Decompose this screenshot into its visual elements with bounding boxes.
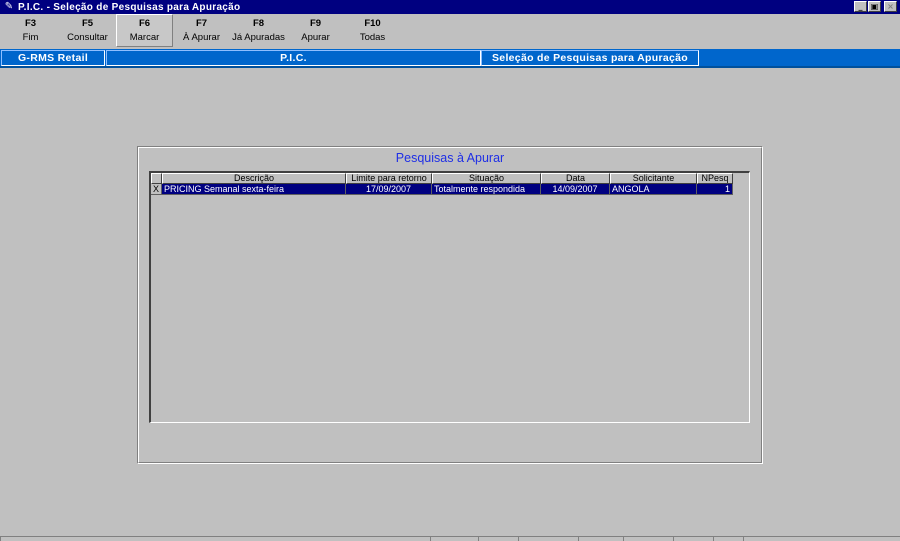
status-segment bbox=[478, 536, 518, 541]
status-segment bbox=[430, 536, 478, 541]
grid-header: Descrição Limite para retorno Situação D… bbox=[151, 173, 733, 184]
limite-cell[interactable]: 17/09/2007 bbox=[346, 184, 432, 195]
column-header-descricao[interactable]: Descrição bbox=[162, 173, 346, 184]
row-mark-cell[interactable]: X bbox=[151, 184, 162, 195]
pesquisas-panel: Pesquisas à Apurar Descrição Limite para… bbox=[137, 146, 763, 464]
module-name: P.I.C. bbox=[106, 50, 481, 66]
action-label: À Apurar bbox=[183, 31, 220, 43]
key-label: F10 bbox=[364, 17, 381, 29]
pesquisas-grid[interactable]: Descrição Limite para retorno Situação D… bbox=[149, 171, 750, 423]
descricao-cell[interactable]: PRICING Semanal sexta-feira bbox=[162, 184, 346, 195]
close-button[interactable]: × bbox=[884, 1, 897, 12]
f8-ja-apuradas-button[interactable]: F8 Já Apuradas bbox=[230, 14, 287, 47]
data-cell[interactable]: 14/09/2007 bbox=[541, 184, 610, 195]
f10-todas-button[interactable]: F10 Todas bbox=[344, 14, 401, 47]
f9-apurar-button[interactable]: F9 Apurar bbox=[287, 14, 344, 47]
screen-name: Seleção de Pesquisas para Apuração bbox=[481, 50, 699, 66]
column-header-data[interactable]: Data bbox=[541, 173, 610, 184]
column-header-npesq[interactable]: NPesq bbox=[697, 173, 733, 184]
column-header-limite[interactable]: Limite para retorno bbox=[346, 173, 432, 184]
status-segment bbox=[578, 536, 623, 541]
status-segment bbox=[518, 536, 578, 541]
column-header-solicitante[interactable]: Solicitante bbox=[610, 173, 697, 184]
column-header-situacao[interactable]: Situação bbox=[432, 173, 541, 184]
action-label: Marcar bbox=[129, 31, 160, 43]
product-name: G-RMS Retail bbox=[1, 50, 105, 66]
pen-icon: ✎ bbox=[4, 1, 14, 12]
action-label: Fim bbox=[22, 31, 39, 43]
header-band: G-RMS Retail P.I.C. Seleção de Pesquisas… bbox=[0, 49, 900, 68]
key-label: F9 bbox=[309, 17, 322, 29]
table-row[interactable]: X PRICING Semanal sexta-feira 17/09/2007… bbox=[151, 184, 733, 195]
status-segment bbox=[713, 536, 743, 541]
status-segment bbox=[623, 536, 673, 541]
status-segment bbox=[743, 536, 900, 541]
key-label: F3 bbox=[24, 17, 37, 29]
situacao-cell[interactable]: Totalmente respondida bbox=[432, 184, 541, 195]
status-bar bbox=[0, 536, 900, 541]
window-title: P.I.C. - Seleção de Pesquisas para Apura… bbox=[18, 1, 241, 13]
minimize-button[interactable]: _ bbox=[854, 1, 867, 12]
maximize-button[interactable]: ▣ bbox=[868, 1, 881, 12]
action-label: Já Apuradas bbox=[232, 31, 285, 43]
window-controls: _ ▣ × bbox=[854, 1, 897, 12]
f3-fim-button[interactable]: F3 Fim bbox=[2, 14, 59, 47]
f5-consultar-button[interactable]: F5 Consultar bbox=[59, 14, 116, 47]
key-label: F8 bbox=[252, 17, 265, 29]
action-label: Consultar bbox=[67, 31, 108, 43]
npesq-cell[interactable]: 1 bbox=[697, 184, 733, 195]
key-label: F5 bbox=[81, 17, 94, 29]
key-label: F6 bbox=[138, 17, 151, 29]
action-label: Todas bbox=[359, 31, 386, 43]
status-segment bbox=[0, 536, 430, 541]
function-key-toolbar: F3 Fim F5 Consultar F6 Marcar F7 À Apura… bbox=[0, 14, 900, 48]
key-label: F7 bbox=[195, 17, 208, 29]
f6-marcar-button[interactable]: F6 Marcar bbox=[116, 14, 173, 47]
title-bar: ✎ P.I.C. - Seleção de Pesquisas para Apu… bbox=[0, 0, 900, 14]
column-header-mark[interactable] bbox=[151, 173, 162, 184]
action-label: Apurar bbox=[301, 31, 330, 43]
panel-title: Pesquisas à Apurar bbox=[395, 151, 505, 165]
solicitante-cell[interactable]: ANGOLA bbox=[610, 184, 697, 195]
panel-frame: Pesquisas à Apurar Descrição Limite para… bbox=[138, 147, 762, 463]
status-segment bbox=[673, 536, 713, 541]
f7-a-apurar-button[interactable]: F7 À Apurar bbox=[173, 14, 230, 47]
